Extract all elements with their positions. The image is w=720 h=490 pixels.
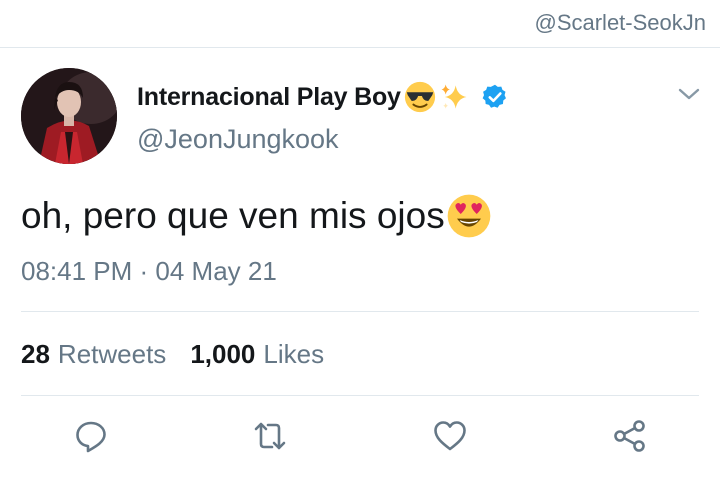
- tweet-screenshot: @Scarlet-SeokJn Internacional Play Boy @…: [0, 0, 720, 490]
- tweet-text: oh, pero que ven mis ojos: [21, 192, 493, 240]
- likes-label: Likes: [263, 339, 325, 369]
- verified-badge-icon: [482, 84, 506, 108]
- likes-stat[interactable]: 1,000 Likes: [190, 339, 324, 370]
- retweets-count: 28: [21, 339, 50, 369]
- display-name-row[interactable]: Internacional Play Boy: [137, 80, 509, 114]
- tweet-date: 04 May 21: [155, 256, 277, 286]
- like-icon: [434, 421, 466, 451]
- share-button[interactable]: [612, 418, 648, 454]
- retweet-button[interactable]: [252, 418, 288, 454]
- timestamp-separator: ·: [132, 256, 156, 286]
- top-divider: [0, 47, 720, 48]
- reply-button[interactable]: [73, 418, 109, 454]
- sunglasses-emoji-icon: [404, 81, 435, 113]
- avatar-photo: [21, 68, 117, 164]
- stats-top-divider: [21, 311, 699, 312]
- retweets-label: Retweets: [57, 339, 167, 369]
- retweets-stat[interactable]: 28 Retweets: [21, 339, 166, 370]
- avatar[interactable]: [21, 68, 117, 164]
- user-handle[interactable]: @JeonJungkook: [137, 124, 339, 155]
- engagement-stats: 28 Retweets 1,000 Likes: [21, 339, 324, 370]
- sparkles-emoji-icon: [441, 84, 467, 109]
- more-options-chevron-down-icon[interactable]: [676, 84, 702, 104]
- reply-icon: [76, 421, 106, 453]
- tweet-timestamp[interactable]: 08:41 PM · 04 May 21: [21, 256, 277, 287]
- likes-count: 1,000: [190, 339, 256, 369]
- tweet-body: oh, pero que ven mis ojos: [21, 195, 445, 236]
- tweet-time: 08:41 PM: [21, 256, 133, 286]
- share-icon: [614, 420, 645, 452]
- retweet-icon: [254, 422, 286, 450]
- display-name: Internacional Play Boy: [137, 82, 401, 111]
- watermark-text: @Scarlet-SeokJn: [534, 10, 706, 35]
- like-button[interactable]: [432, 418, 468, 454]
- heart-eyes-emoji-icon: [447, 194, 491, 238]
- stats-bottom-divider: [21, 395, 699, 396]
